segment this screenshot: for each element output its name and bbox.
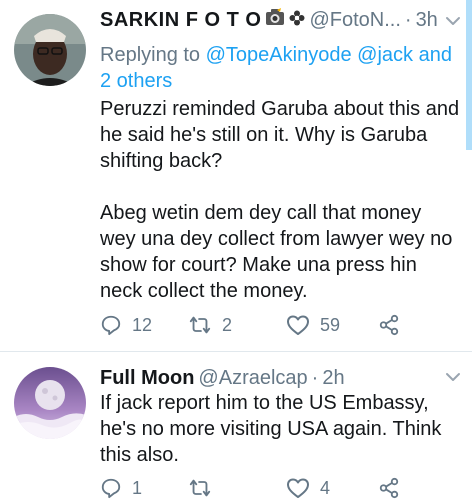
like-count: 4 <box>320 477 331 498</box>
like-button[interactable]: 59 <box>286 314 340 336</box>
heart-icon <box>287 315 309 335</box>
tweet-header: SARKIN F O T O @FotoN... · 3h <box>100 6 464 34</box>
others-link[interactable]: 2 others <box>100 70 172 92</box>
share-button[interactable] <box>378 477 400 499</box>
display-name[interactable]: Full Moon <box>100 367 194 390</box>
reply-count: 1 <box>132 477 143 498</box>
tweet-actions: 1 4 <box>100 476 420 500</box>
share-button[interactable] <box>378 314 400 336</box>
reply-icon <box>101 315 121 336</box>
retweet-button[interactable]: 2 <box>188 314 232 336</box>
share-icon <box>379 314 399 336</box>
like-count: 59 <box>320 314 341 335</box>
user-handle[interactable]: @Azraelcap <box>198 367 307 390</box>
user-handle[interactable]: @FotoN... <box>309 9 400 32</box>
reply-count: 12 <box>132 314 153 335</box>
tweet[interactable]: Full Moon @Azraelcap · 2h If jack report… <box>0 352 472 500</box>
tweet-paragraph: If jack report him to the US Embassy, he… <box>100 392 442 466</box>
avatar[interactable] <box>14 367 86 439</box>
separator-dot: · <box>311 366 319 389</box>
separator-dot: · <box>404 8 412 31</box>
retweet-icon <box>189 479 211 497</box>
avatar[interactable] <box>14 14 86 86</box>
tweet-header: Full Moon @Azraelcap · 2h <box>100 364 464 392</box>
mention-link[interactable]: @jack <box>357 44 413 66</box>
timestamp[interactable]: 2h <box>322 367 344 390</box>
share-icon <box>379 477 399 499</box>
heart-icon <box>287 478 309 498</box>
tweet-paragraph: Abeg wetin dem dey call that money wey u… <box>100 202 453 302</box>
like-button[interactable]: 4 <box>286 477 330 499</box>
camera-emoji-icon <box>265 8 285 32</box>
retweet-icon <box>189 316 211 334</box>
tweet[interactable]: SARKIN F O T O @FotoN... · 3h Replying t… <box>0 0 472 352</box>
display-name[interactable]: SARKIN F O T O <box>100 9 261 32</box>
reply-icon <box>101 478 121 499</box>
mention-link[interactable]: @TopeAkinyode <box>206 44 352 66</box>
tweet-paragraph: Peruzzi reminded Garuba about this and h… <box>100 98 460 172</box>
replying-to: Replying to @TopeAkinyode @jack and 2 ot… <box>100 44 452 92</box>
reply-button[interactable]: 1 <box>100 477 142 499</box>
retweet-count: 2 <box>222 314 233 335</box>
retweet-button[interactable] <box>188 477 222 499</box>
reply-button[interactable]: 12 <box>100 314 152 336</box>
chevron-down-icon[interactable] <box>444 14 462 28</box>
tweet-text: Peruzzi reminded Garuba about this and h… <box>100 96 462 304</box>
tweet-text: If jack report him to the US Embassy, he… <box>100 390 462 468</box>
chevron-down-icon[interactable] <box>444 370 462 384</box>
timestamp[interactable]: 3h <box>416 9 438 32</box>
flower-emoji-icon <box>289 9 305 32</box>
tweet-actions: 12 2 59 <box>100 313 420 337</box>
